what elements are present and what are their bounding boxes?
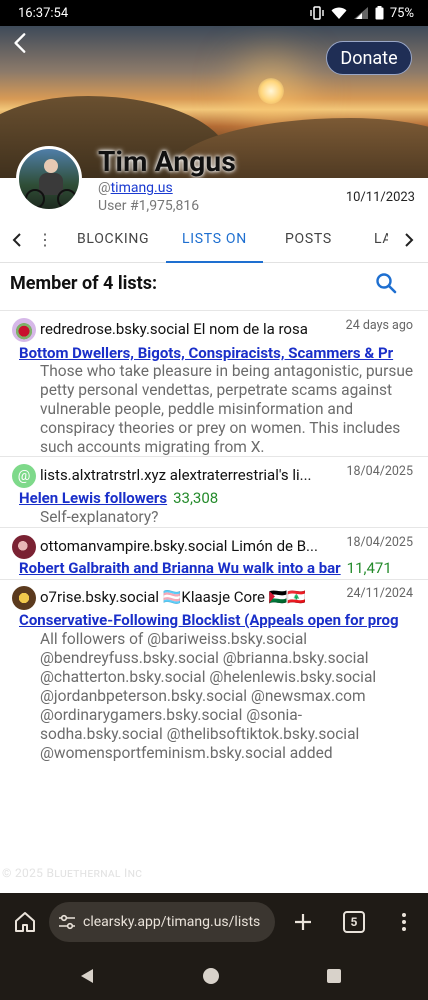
nav-back-icon[interactable] bbox=[78, 967, 96, 985]
owner-avatar[interactable] bbox=[12, 318, 36, 342]
handle-link[interactable]: timang.us bbox=[111, 180, 173, 196]
list-link[interactable]: Bottom Dwellers, Bigots, Conspiracists, … bbox=[19, 344, 393, 362]
more-vertical-icon[interactable]: ⋮ bbox=[37, 230, 53, 249]
list-description: Those who take pleasure in being antagon… bbox=[40, 362, 414, 456]
list-item: ottomanvampire.bsky.social Limón de B...… bbox=[0, 527, 428, 579]
donate-button[interactable]: Donate bbox=[326, 41, 412, 75]
list-date: 18/04/2025 bbox=[346, 535, 413, 550]
vibrate-icon bbox=[310, 6, 324, 20]
tab-blocking[interactable]: BLOCKING bbox=[77, 231, 149, 247]
nav-recents-icon[interactable] bbox=[326, 968, 342, 984]
status-icons: 75% bbox=[309, 6, 414, 21]
tab-lists-on[interactable]: LISTS ON bbox=[182, 231, 247, 247]
list-date: 24/11/2024 bbox=[346, 586, 413, 601]
chevron-left-icon[interactable] bbox=[8, 230, 28, 250]
list-owner[interactable]: o7rise.bsky.social 🏳️‍⚧️Klaasje Core 🇵🇸🇱… bbox=[40, 588, 306, 606]
plus-icon[interactable] bbox=[291, 910, 315, 934]
status-bar: 16:37:54 75% bbox=[0, 0, 428, 26]
list-item: o7rise.bsky.social 🏳️‍⚧️Klaasje Core 🇵🇸🇱… bbox=[0, 579, 428, 769]
at-sign-icon[interactable]: @ bbox=[12, 464, 36, 488]
list-owner[interactable]: redredrose.bsky.social El nom de la rosa bbox=[40, 320, 308, 338]
copyright-footer: © 2025 Bluethernal Inc bbox=[2, 866, 143, 880]
handle: @timang.us bbox=[98, 180, 173, 196]
active-tab-indicator bbox=[166, 261, 263, 263]
list-item: redredrose.bsky.social El nom de la rosa… bbox=[0, 310, 428, 456]
user-number: User #1,975,816 bbox=[98, 198, 200, 214]
section-title: Member of 4 lists: bbox=[10, 273, 158, 294]
nav-home-icon[interactable] bbox=[202, 967, 220, 985]
url-text: clearsky.app/timang.us/lists bbox=[83, 914, 261, 930]
list-owner[interactable]: ottomanvampire.bsky.social Limón de B... bbox=[40, 537, 318, 555]
more-vertical-icon[interactable] bbox=[392, 910, 416, 934]
address-bar[interactable]: clearsky.app/timang.us/lists bbox=[49, 902, 275, 942]
tab-bar: ⋮ BLOCKING LISTS ON POSTS LA bbox=[0, 218, 428, 263]
status-time: 16:37:54 bbox=[18, 5, 69, 21]
system-nav-bar bbox=[0, 953, 428, 1000]
list-description: All followers of @bariweiss.bsky.social … bbox=[40, 630, 377, 762]
chevron-right-icon[interactable] bbox=[398, 230, 418, 250]
list-owner[interactable]: lists.alxtratrstrl.xyz alextraterrestria… bbox=[40, 466, 312, 484]
tab-partial[interactable]: LA bbox=[374, 231, 388, 247]
list-date: 24 days ago bbox=[345, 318, 413, 333]
list-date: 18/04/2025 bbox=[346, 464, 413, 479]
member-count: 33,308 bbox=[173, 489, 219, 507]
owner-avatar[interactable] bbox=[12, 535, 36, 559]
banner-sun bbox=[258, 78, 284, 104]
list-link[interactable]: Conservative-Following Blocklist (Appeal… bbox=[19, 611, 399, 629]
tab-switcher-button[interactable]: 5 bbox=[343, 911, 365, 933]
avatar[interactable] bbox=[16, 146, 82, 212]
search-icon[interactable] bbox=[374, 271, 398, 295]
browser-toolbar: clearsky.app/timang.us/lists 5 bbox=[0, 893, 428, 953]
site-settings-icon[interactable] bbox=[57, 912, 77, 932]
display-name: Tim Angus bbox=[98, 145, 236, 178]
battery-icon bbox=[375, 6, 384, 20]
list-link[interactable]: Helen Lewis followers bbox=[19, 489, 167, 507]
battery-level: 75% bbox=[389, 5, 414, 21]
wifi-icon bbox=[331, 7, 347, 19]
home-icon[interactable] bbox=[13, 910, 37, 934]
back-arrow-icon[interactable] bbox=[8, 30, 34, 56]
signal-icon bbox=[353, 7, 368, 19]
profile-date: 10/11/2023 bbox=[345, 190, 415, 205]
member-count: 11,471 bbox=[346, 559, 392, 577]
list-description: Self-explanatory? bbox=[40, 508, 159, 526]
list-item: @ lists.alxtratrstrl.xyz alextraterrestr… bbox=[0, 456, 428, 527]
tab-posts[interactable]: POSTS bbox=[285, 231, 332, 247]
list-link[interactable]: Robert Galbraith and Brianna Wu walk int… bbox=[19, 559, 341, 577]
owner-avatar[interactable] bbox=[12, 586, 36, 610]
